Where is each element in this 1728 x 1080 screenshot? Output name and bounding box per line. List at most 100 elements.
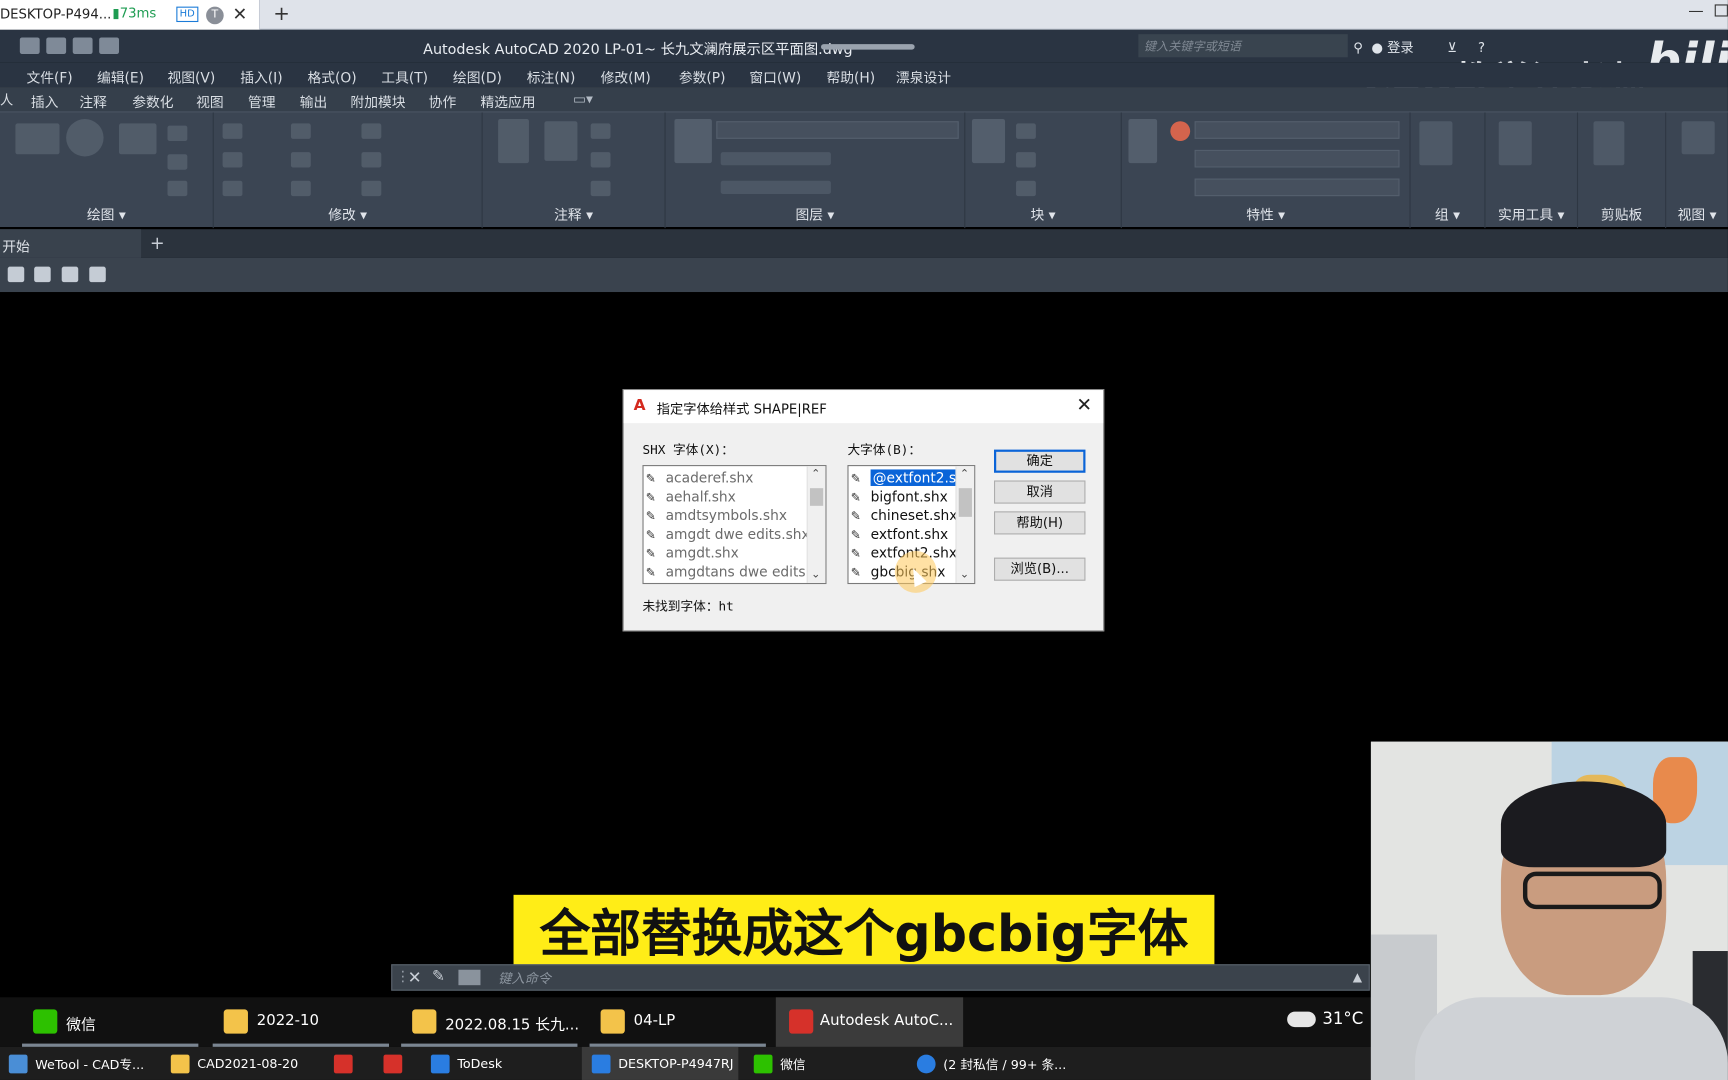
browse-button[interactable]: 浏览(B)...: [994, 557, 1086, 581]
polyline-icon[interactable]: [15, 123, 60, 155]
layer-dropdown[interactable]: [716, 121, 959, 139]
scroll-thumb[interactable]: [958, 488, 972, 517]
expand-up-icon[interactable]: ▲: [1353, 970, 1362, 984]
big-font-scrollbar[interactable]: ⌃ ⌄: [955, 466, 975, 583]
edit-block-icon[interactable]: [1016, 152, 1036, 168]
save-icon[interactable]: [72, 37, 93, 54]
base-view-icon[interactable]: [1681, 121, 1715, 155]
section-title-utilities[interactable]: 实用工具 ▾: [1485, 203, 1576, 224]
ribbon-tab-toggle-icon[interactable]: ▭▾: [573, 90, 593, 107]
edit-attribute-icon[interactable]: [1016, 180, 1036, 197]
open-file-icon[interactable]: [46, 37, 67, 54]
ribbon-tab-annotate[interactable]: 注释: [79, 90, 107, 111]
linear-icon[interactable]: [590, 123, 611, 139]
ok-button[interactable]: 确定: [994, 449, 1086, 473]
ribbon-tab-home-edge[interactable]: 人: [0, 90, 13, 109]
toolbar-icon-4[interactable]: [89, 266, 106, 283]
taskbar-item-cad2021-folder[interactable]: CAD2021-08-20: [170, 1047, 325, 1080]
menu-insert[interactable]: 插入(I): [240, 66, 282, 87]
command-history-icon[interactable]: [458, 969, 481, 986]
section-title-annotation[interactable]: 注释 ▾: [483, 203, 665, 224]
linetype-dropdown[interactable]: [1194, 178, 1400, 197]
toolbar-icon-3[interactable]: [61, 266, 79, 283]
section-title-view[interactable]: 视图 ▾: [1666, 203, 1728, 224]
menu-draw[interactable]: 绘图(D): [453, 66, 502, 87]
shx-scrollbar[interactable]: ⌃ ⌄: [806, 466, 826, 583]
section-title-properties[interactable]: 特性 ▾: [1122, 203, 1410, 224]
list-item[interactable]: ✎ extfont.shx: [849, 525, 948, 544]
taskbar-item-wps[interactable]: [333, 1047, 360, 1080]
dimension-icon[interactable]: [544, 121, 578, 161]
remote-session-tab[interactable]: DESKTOP-P494... ▮73ms HD T ✕: [0, 0, 261, 30]
scroll-down-icon[interactable]: ⌄: [811, 569, 820, 581]
close-cmd-icon[interactable]: ✕: [408, 968, 422, 988]
list-item[interactable]: ✎ amgdt.shx: [644, 543, 739, 562]
ribbon-tab-output[interactable]: 输出: [300, 90, 328, 111]
menu-window[interactable]: 窗口(W): [749, 66, 801, 87]
ribbon-tab-view[interactable]: 视图: [196, 90, 224, 111]
list-item[interactable]: ✎ bigfont.shx: [849, 487, 948, 506]
measure-icon[interactable]: [1498, 121, 1532, 166]
taskbar-item-wechat-local[interactable]: 微信: [753, 1047, 886, 1080]
close-icon[interactable]: ✕: [1076, 395, 1092, 417]
insert-block-icon[interactable]: [971, 119, 1006, 164]
lineweight-dropdown[interactable]: [1194, 149, 1400, 168]
hatch-icon[interactable]: [167, 154, 188, 170]
menu-parametric[interactable]: 参数(P): [679, 66, 726, 87]
taskbar-item-folder-04lp[interactable]: 04-LP: [589, 997, 766, 1047]
ribbon-tab-addins[interactable]: 附加模块: [350, 90, 405, 111]
ribbon-tab-parametric[interactable]: 参数化: [132, 90, 173, 111]
list-item[interactable]: ✎ amgdtans dwe edits.: [644, 562, 810, 581]
plot-icon[interactable]: [99, 37, 120, 54]
gradient-icon[interactable]: [167, 180, 188, 197]
menu-tools[interactable]: 工具(T): [381, 66, 428, 87]
color-wheel-icon[interactable]: [1170, 121, 1191, 142]
scale-icon[interactable]: [290, 180, 311, 197]
fillet-icon[interactable]: [361, 152, 382, 168]
scroll-up-icon[interactable]: ⌃: [811, 468, 820, 480]
search-input[interactable]: 键入关键字或短语: [1138, 34, 1348, 58]
text-icon[interactable]: [498, 119, 529, 164]
list-item[interactable]: ✎ amdtsymbols.shx: [644, 506, 787, 525]
menu-edit[interactable]: 编辑(E): [97, 66, 144, 87]
list-item[interactable]: ✎ amgdt dwe edits.shx: [644, 525, 810, 544]
menu-help[interactable]: 帮助(H): [827, 66, 876, 87]
new-tab-icon[interactable]: +: [273, 2, 290, 25]
new-drawing-icon[interactable]: +: [150, 233, 165, 254]
section-title-draw[interactable]: 绘图 ▾: [0, 203, 213, 224]
hd-badge[interactable]: HD: [176, 6, 199, 23]
t-badge[interactable]: T: [206, 6, 224, 25]
minimize-icon[interactable]: —: [1688, 2, 1703, 20]
close-tab-icon[interactable]: ✕: [233, 3, 248, 24]
cancel-button[interactable]: 取消: [994, 480, 1086, 504]
taskbar-item-autocad[interactable]: Autodesk AutoC...: [775, 997, 964, 1047]
taskbar-item-autocad-local[interactable]: [383, 1047, 409, 1080]
mirror-icon[interactable]: [290, 152, 311, 168]
stretch-icon[interactable]: [222, 180, 243, 197]
menu-dimension[interactable]: 标注(N): [527, 66, 576, 87]
layer-properties-icon[interactable]: [674, 119, 712, 164]
section-title-layers[interactable]: 图层 ▾: [666, 203, 965, 224]
ribbon-tab-collaborate[interactable]: 协作: [429, 90, 457, 111]
taskbar-item-wetool[interactable]: WeTool - CAD专...: [8, 1047, 163, 1080]
section-title-block[interactable]: 块 ▾: [965, 203, 1120, 224]
rotate-icon[interactable]: [290, 123, 311, 139]
help-button[interactable]: 帮助(H): [994, 511, 1086, 535]
taskbar-item-zhihu[interactable]: (2 封私信 / 99+ 条...: [916, 1047, 1082, 1080]
customize-wrench-icon[interactable]: ✎: [432, 968, 445, 986]
maximize-icon[interactable]: [1714, 4, 1728, 17]
leader-icon[interactable]: [590, 152, 611, 168]
section-title-clipboard[interactable]: 剪贴板: [1578, 203, 1665, 224]
shx-font-list[interactable]: ✎ acaderef.shx ✎ aehalf.shx ✎ amdtsymbols.s…: [642, 465, 827, 585]
weather-widget[interactable]: 31°C: [1287, 1008, 1363, 1028]
ribbon-tab-insert[interactable]: 插入: [31, 90, 59, 111]
taskbar-item-folder-2022-10[interactable]: 2022-10: [212, 997, 390, 1047]
toolbar-icon-2[interactable]: [34, 266, 51, 283]
move-icon[interactable]: [222, 123, 243, 139]
array-icon[interactable]: [361, 180, 382, 197]
table-icon[interactable]: [590, 180, 611, 197]
arc-icon[interactable]: [119, 123, 157, 155]
ribbon-tab-manage[interactable]: 管理: [248, 90, 276, 111]
taskbar-item-desktop-session[interactable]: DESKTOP-P4947RJ: [581, 1046, 739, 1080]
paste-icon[interactable]: [1593, 121, 1625, 166]
